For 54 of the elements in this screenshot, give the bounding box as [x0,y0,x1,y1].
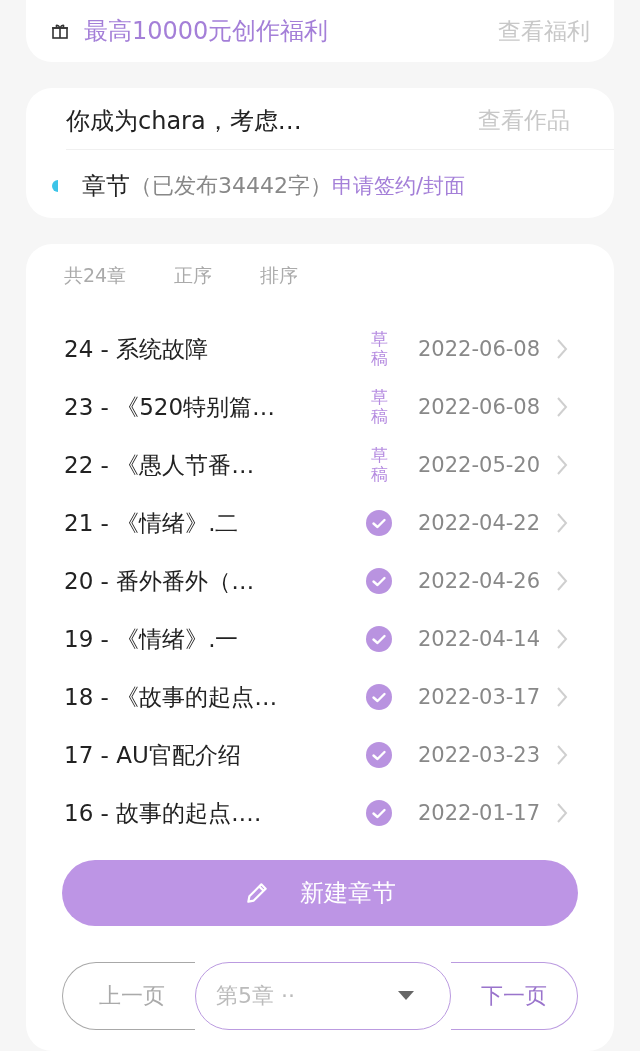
chapter-title: 22 - 《愚人节番… [64,450,256,480]
chapter-count: 共24章 [64,263,127,288]
chapter-row[interactable]: 16 - 故事的起点.… 2022-01-17 [64,784,576,842]
chapter-date: 2022-04-22 [418,511,542,534]
work-title: 你成为chara，考虑… [66,105,302,137]
pencil-icon [244,880,270,906]
chapter-row[interactable]: 24 - 系统故障 草稿 2022-06-08 [64,320,576,378]
chapter-date: 2022-04-26 [418,569,542,592]
chapters-label: 章节 [82,170,130,202]
chevron-right-icon [556,628,568,650]
chapter-title: 16 - 故事的起点.… [64,798,263,828]
chevron-right-icon [556,570,568,592]
chapter-row[interactable]: 19 - 《情绪》.一 2022-04-14 [64,610,576,668]
chapter-row[interactable]: 20 - 番外番外（… 2022-04-26 [64,552,576,610]
chapter-date: 2022-04-14 [418,627,542,650]
chapter-date: 2022-06-08 [418,395,542,418]
check-icon [366,510,392,536]
chevron-right-icon [556,396,568,418]
draft-label: 草稿 [370,446,388,484]
bonus-text: 最高10000元创作福利 [84,16,330,47]
check-icon [366,800,392,826]
chevron-right-icon [556,512,568,534]
chapter-date: 2022-01-17 [418,801,542,824]
chapter-title: 24 - 系统故障 [64,334,210,364]
chapter-row[interactable]: 21 - 《情绪》.二 2022-04-22 [64,494,576,552]
chapter-date: 2022-06-08 [418,337,542,360]
indicator-icon [52,179,58,192]
chapter-date: 2022-05-20 [418,453,542,476]
chevron-right-icon [556,338,568,360]
chapter-title: 18 - 《故事的起点… [64,682,279,712]
check-icon [366,684,392,710]
check-icon [366,742,392,768]
chapter-row[interactable]: 22 - 《愚人节番… 草稿 2022-05-20 [64,436,576,494]
check-icon [366,568,392,594]
chapter-title: 20 - 番外番外（… [64,566,256,596]
chevron-right-icon [556,686,568,708]
chapter-title: 19 - 《情绪》.一 [64,624,240,654]
chevron-right-icon [556,454,568,476]
chapter-title: 23 - 《520特别篇… [64,392,277,422]
chevron-right-icon [556,744,568,766]
dropdown-caret-icon [398,991,414,1001]
chapter-row[interactable]: 23 - 《520特别篇… 草稿 2022-06-08 [64,378,576,436]
chapter-title: 21 - 《情绪》.二 [64,508,240,538]
next-page-button[interactable]: 下一页 [451,962,578,1030]
check-icon [366,626,392,652]
chapter-row[interactable]: 17 - AU官配介绍 2022-03-23 [64,726,576,784]
chapter-row[interactable]: 18 - 《故事的起点… 2022-03-17 [64,668,576,726]
chapter-title: 17 - AU官配介绍 [64,740,242,770]
chapter-date: 2022-03-17 [418,685,542,708]
draft-label: 草稿 [370,388,388,426]
chapter-date: 2022-03-23 [418,743,542,766]
chevron-right-icon [556,802,568,824]
draft-label: 草稿 [370,330,388,368]
word-count: （已发布34442字） [130,171,332,200]
